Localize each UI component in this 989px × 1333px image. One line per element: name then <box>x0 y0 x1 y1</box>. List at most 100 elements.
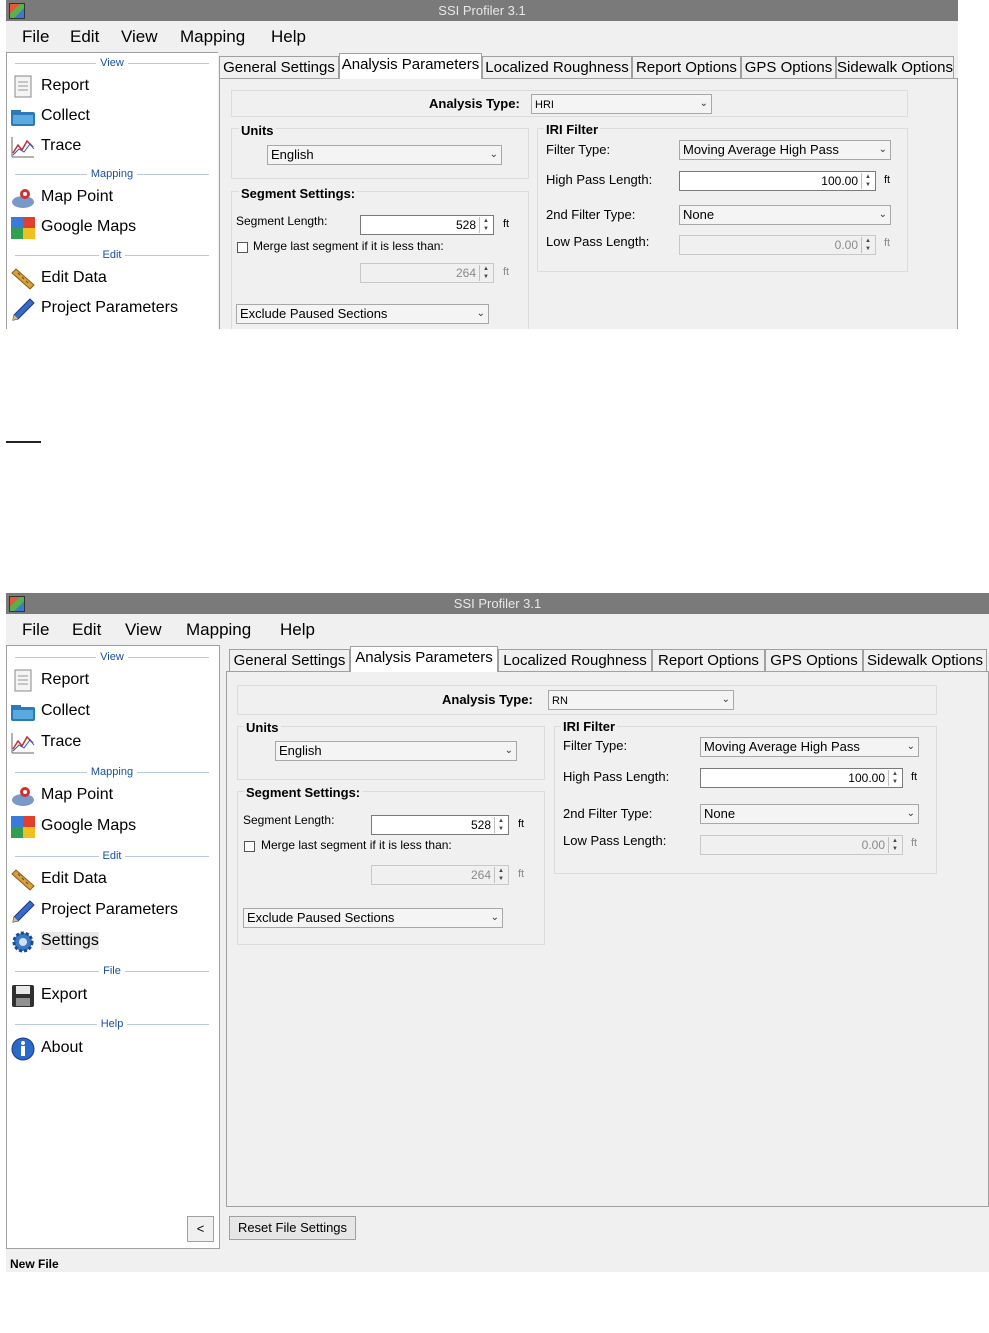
merge-length-input[interactable]: 264 ▲ ▼ <box>360 263 494 283</box>
tab-localized-roughness[interactable]: Localized Roughness <box>482 56 632 78</box>
sidebar-item-map-point[interactable]: Map Point <box>9 184 209 212</box>
filter-type-label: Filter Type: <box>563 738 628 753</box>
sidebar-section-view: View <box>7 57 217 69</box>
iri-filter-title: IRI Filter <box>561 719 618 734</box>
collect-icon <box>10 105 36 129</box>
sidebar-item-report[interactable]: Report <box>9 667 209 695</box>
sidebar-section-mapping: Mapping <box>7 168 217 180</box>
spin-arrows-icon[interactable]: ▲ ▼ <box>479 265 492 281</box>
merge-length-unit: ft <box>518 868 525 880</box>
filter-type-select[interactable]: Moving Average High Pass ⌄ <box>679 140 891 160</box>
segment-settings-title: Segment Settings: <box>239 186 358 201</box>
low-pass-length-label: Low Pass Length: <box>546 234 650 249</box>
sidebar-item-about[interactable]: About <box>9 1035 209 1063</box>
analysis-type-select[interactable]: RN ⌄ <box>548 690 734 710</box>
analysis-type-select[interactable]: HRI ⌄ <box>531 94 712 114</box>
sidebar-item-export[interactable]: Export <box>9 982 209 1010</box>
sidebar-item-collect[interactable]: Collect <box>9 698 209 726</box>
menu-view[interactable]: View <box>125 620 162 640</box>
collapse-sidebar-button[interactable]: < <box>187 1216 214 1242</box>
spin-arrows-icon[interactable]: ▲ ▼ <box>494 867 507 883</box>
units-title: Units <box>244 720 281 735</box>
menu-edit[interactable]: Edit <box>70 27 99 47</box>
sidebar-item-google-maps[interactable]: Google Maps <box>9 813 209 841</box>
exclude-paused-select[interactable]: Exclude Paused Sections ⌄ <box>243 908 503 928</box>
reset-file-settings-button[interactable]: Reset File Settings <box>229 1216 356 1240</box>
edit-data-icon <box>10 267 36 291</box>
sidebar-item-label: Export <box>41 986 88 1003</box>
segment-length-label: Segment Length: <box>243 813 335 827</box>
sidebar-item-map-point[interactable]: Map Point <box>9 782 209 810</box>
low-pass-length-input[interactable]: 0.00 ▲ ▼ <box>700 835 903 855</box>
tab-report-options[interactable]: Report Options <box>652 649 765 671</box>
menu-help[interactable]: Help <box>271 27 306 47</box>
units-select[interactable]: English ⌄ <box>267 145 502 165</box>
tab-analysis-parameters[interactable]: Analysis Parameters <box>339 53 482 79</box>
segment-length-input[interactable]: 528 ▲ ▼ <box>371 815 509 835</box>
menu-view[interactable]: View <box>121 27 158 47</box>
settings-icon <box>10 930 36 954</box>
tab-gps-options[interactable]: GPS Options <box>741 56 836 78</box>
tab-analysis-parameters[interactable]: Analysis Parameters <box>350 646 498 672</box>
menu-edit[interactable]: Edit <box>72 620 101 640</box>
spin-arrows-icon[interactable]: ▲ ▼ <box>888 837 901 853</box>
tab-localized-roughness[interactable]: Localized Roughness <box>498 649 652 671</box>
report-icon <box>10 75 36 99</box>
segment-length-label: Segment Length: <box>236 214 328 228</box>
sidebar-item-label: About <box>41 1039 83 1056</box>
sidebar-section-help: Help <box>7 1018 217 1030</box>
tab-report-options[interactable]: Report Options <box>632 56 741 78</box>
tab-general-settings[interactable]: General Settings <box>219 56 339 78</box>
menu-file[interactable]: File <box>22 27 49 47</box>
sidebar-item-trace[interactable]: Trace <box>9 133 209 161</box>
second-filter-type-select[interactable]: None ⌄ <box>700 804 919 824</box>
filter-type-select[interactable]: Moving Average High Pass ⌄ <box>700 737 919 757</box>
sidebar-item-google-maps[interactable]: Google Maps <box>9 214 209 242</box>
merge-last-segment-checkbox[interactable] <box>237 242 248 253</box>
spin-arrows-icon[interactable]: ▲ ▼ <box>494 817 507 833</box>
window-title: SSI Profiler 3.1 <box>438 3 526 18</box>
sidebar-item-trace[interactable]: Trace <box>9 729 209 757</box>
spin-arrows-icon[interactable]: ▲ ▼ <box>861 237 874 253</box>
menu-help[interactable]: Help <box>280 620 315 640</box>
sidebar-item-project-parameters[interactable]: Project Parameters <box>9 897 209 925</box>
merge-length-input[interactable]: 264 ▲ ▼ <box>371 865 509 885</box>
project-parameters-icon <box>10 297 36 321</box>
segment-settings-title: Segment Settings: <box>244 785 363 800</box>
second-filter-type-select[interactable]: None ⌄ <box>679 205 891 225</box>
export-icon <box>10 984 36 1008</box>
menu-mapping[interactable]: Mapping <box>186 620 251 640</box>
sidebar-item-report[interactable]: Report <box>9 73 209 101</box>
units-select[interactable]: English ⌄ <box>275 741 517 761</box>
tab-sidewalk-options[interactable]: Sidewalk Options <box>836 56 954 78</box>
segment-length-input[interactable]: 528 ▲ ▼ <box>360 215 494 235</box>
high-pass-length-input[interactable]: 100.00 ▲ ▼ <box>700 768 903 788</box>
settings-area: General Settings Analysis Parameters Loc… <box>218 52 958 329</box>
exclude-paused-select[interactable]: Exclude Paused Sections ⌄ <box>236 304 489 324</box>
tab-general-settings[interactable]: General Settings <box>229 649 350 671</box>
tab-gps-options[interactable]: GPS Options <box>765 649 863 671</box>
sidebar-item-project-parameters[interactable]: Project Parameters <box>9 295 209 323</box>
menu-mapping[interactable]: Mapping <box>180 27 245 47</box>
segment-length-unit: ft <box>518 818 525 830</box>
sidebar-section-edit: Edit <box>7 249 217 261</box>
high-pass-length-label: High Pass Length: <box>563 769 670 784</box>
spin-arrows-icon[interactable]: ▲ ▼ <box>861 173 874 189</box>
merge-length-unit: ft <box>503 266 510 278</box>
title-bar: SSI Profiler 3.1 <box>6 0 958 21</box>
high-pass-length-input[interactable]: 100.00 ▲ ▼ <box>679 171 876 191</box>
sidebar-item-settings[interactable]: Settings <box>9 928 209 956</box>
spin-arrows-icon[interactable]: ▲ ▼ <box>888 770 901 786</box>
merge-last-segment-checkbox[interactable] <box>244 841 255 852</box>
sidebar-item-edit-data[interactable]: Edit Data <box>9 265 209 293</box>
chevron-down-icon: ⌄ <box>504 745 513 756</box>
second-filter-type-label: 2nd Filter Type: <box>546 207 636 222</box>
tab-sidewalk-options[interactable]: Sidewalk Options <box>863 649 987 671</box>
menu-file[interactable]: File <box>22 620 49 640</box>
sidebar-item-collect[interactable]: Collect <box>9 103 209 131</box>
spin-arrows-icon[interactable]: ▲ ▼ <box>479 217 492 233</box>
sidebar-item-edit-data[interactable]: Edit Data <box>9 866 209 894</box>
chevron-down-icon: ⌄ <box>878 209 887 220</box>
low-pass-length-input[interactable]: 0.00 ▲ ▼ <box>679 235 876 255</box>
high-pass-length-unit: ft <box>884 174 891 186</box>
